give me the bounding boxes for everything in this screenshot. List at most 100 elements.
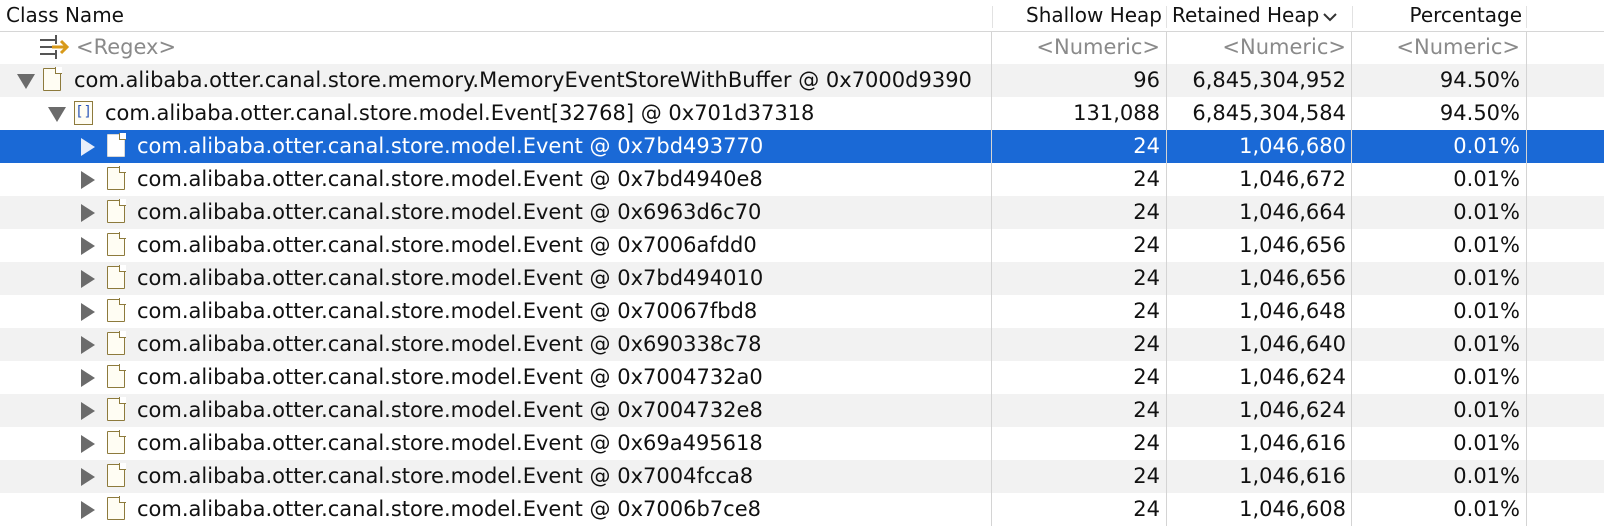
retained-heap-cell: 1,046,616 — [1239, 464, 1346, 488]
shallow-heap-cell: 24 — [1133, 200, 1160, 224]
file-icon — [107, 364, 126, 388]
percentage-filter-input[interactable]: <Numeric> — [1356, 31, 1520, 64]
class-name-cell: com.alibaba.otter.canal.store.memory.Mem… — [74, 68, 972, 92]
table-row[interactable]: com.alibaba.otter.canal.store.model.Even… — [0, 361, 1604, 394]
class-name-cell: com.alibaba.otter.canal.store.model.Even… — [137, 365, 763, 389]
percentage-cell: 0.01% — [1453, 167, 1520, 191]
expand-triangle-icon[interactable] — [81, 468, 95, 486]
percentage-cell: 0.01% — [1453, 266, 1520, 290]
array-icon: [] — [74, 101, 93, 125]
column-header-class-name[interactable]: Class Name — [6, 0, 124, 31]
file-icon — [107, 463, 126, 487]
table-row[interactable]: com.alibaba.otter.canal.store.model.Even… — [0, 493, 1604, 526]
shallow-heap-cell: 24 — [1133, 266, 1160, 290]
column-header-shallow-heap[interactable]: Shallow Heap — [996, 0, 1162, 31]
table-row[interactable]: com.alibaba.otter.canal.store.model.Even… — [0, 262, 1604, 295]
table-row[interactable]: com.alibaba.otter.canal.store.model.Even… — [0, 196, 1604, 229]
regex-filter-icon — [40, 35, 70, 59]
column-header-retained-heap-label: Retained Heap — [1172, 3, 1320, 27]
expand-triangle-icon[interactable] — [81, 237, 95, 255]
expand-triangle-icon[interactable] — [81, 204, 95, 222]
file-icon — [107, 430, 126, 454]
grid-line — [1351, 32, 1352, 526]
percentage-cell: 0.01% — [1453, 497, 1520, 521]
percentage-cell: 0.01% — [1453, 398, 1520, 422]
class-name-cell: com.alibaba.otter.canal.store.model.Even… — [137, 233, 757, 257]
collapse-triangle-icon[interactable] — [48, 107, 66, 122]
shallow-heap-filter-input[interactable]: <Numeric> — [996, 31, 1160, 64]
percentage-cell: 0.01% — [1453, 200, 1520, 224]
percentage-cell: 0.01% — [1453, 332, 1520, 356]
percentage-cell: 94.50% — [1439, 68, 1520, 92]
retained-heap-cell: 1,046,680 — [1239, 134, 1346, 158]
column-divider[interactable] — [1352, 6, 1353, 28]
filter-row: <Regex> <Numeric> <Numeric> <Numeric> — [0, 31, 1604, 64]
retained-heap-cell: 6,845,304,952 — [1192, 68, 1346, 92]
shallow-heap-cell: 24 — [1133, 332, 1160, 356]
table-row[interactable]: [] com.alibaba.otter.canal.store.model.Ev… — [0, 97, 1604, 130]
table-row[interactable]: com.alibaba.otter.canal.store.model.Even… — [0, 460, 1604, 493]
percentage-cell: 0.01% — [1453, 299, 1520, 323]
shallow-heap-cell: 24 — [1133, 431, 1160, 455]
shallow-heap-cell: 24 — [1133, 233, 1160, 257]
column-divider[interactable] — [992, 6, 993, 28]
file-icon — [107, 397, 126, 421]
file-icon — [107, 166, 126, 190]
expand-triangle-icon[interactable] — [81, 171, 95, 189]
retained-heap-filter-input[interactable]: <Numeric> — [1170, 31, 1346, 64]
percentage-cell: 0.01% — [1453, 464, 1520, 488]
class-name-cell: com.alibaba.otter.canal.store.model.Even… — [137, 134, 764, 158]
table-row[interactable]: com.alibaba.otter.canal.store.model.Even… — [0, 229, 1604, 262]
expand-triangle-icon[interactable] — [81, 435, 95, 453]
class-name-filter-input[interactable]: <Regex> — [76, 31, 176, 64]
retained-heap-cell: 1,046,656 — [1239, 233, 1346, 257]
retained-heap-cell: 1,046,672 — [1239, 167, 1346, 191]
expand-triangle-icon[interactable] — [81, 402, 95, 420]
column-header-retained-heap[interactable]: Retained Heap — [1172, 0, 1338, 31]
retained-heap-cell: 1,046,648 — [1239, 299, 1346, 323]
retained-heap-cell: 1,046,656 — [1239, 266, 1346, 290]
table-row[interactable]: com.alibaba.otter.canal.store.model.Even… — [0, 163, 1604, 196]
shallow-heap-cell: 96 — [1133, 68, 1160, 92]
grid-line — [1166, 32, 1167, 526]
retained-heap-cell: 1,046,640 — [1239, 332, 1346, 356]
class-name-cell: com.alibaba.otter.canal.store.model.Even… — [137, 167, 763, 191]
column-header-percentage[interactable]: Percentage — [1360, 0, 1522, 31]
table-row[interactable]: com.alibaba.otter.canal.store.model.Even… — [0, 328, 1604, 361]
shallow-heap-cell: 24 — [1133, 365, 1160, 389]
file-icon — [107, 298, 126, 322]
file-icon — [107, 265, 126, 289]
file-icon — [107, 331, 126, 355]
shallow-heap-cell: 24 — [1133, 167, 1160, 191]
column-divider[interactable] — [1166, 6, 1167, 28]
class-name-cell: com.alibaba.otter.canal.store.model.Even… — [137, 398, 763, 422]
percentage-cell: 94.50% — [1439, 101, 1520, 125]
expand-triangle-icon[interactable] — [81, 303, 95, 321]
retained-heap-cell: 1,046,624 — [1239, 365, 1346, 389]
expand-triangle-icon[interactable] — [81, 369, 95, 387]
retained-heap-cell: 6,845,304,584 — [1192, 101, 1346, 125]
collapse-triangle-icon[interactable] — [17, 74, 35, 89]
expand-triangle-icon[interactable] — [81, 336, 95, 354]
expand-triangle-icon[interactable] — [81, 270, 95, 288]
class-name-cell: com.alibaba.otter.canal.store.model.Even… — [137, 299, 758, 323]
file-icon — [43, 67, 62, 91]
table-row[interactable]: com.alibaba.otter.canal.store.memory.Mem… — [0, 64, 1604, 97]
retained-heap-cell: 1,046,624 — [1239, 398, 1346, 422]
file-icon — [107, 232, 126, 256]
shallow-heap-cell: 131,088 — [1073, 101, 1160, 125]
class-name-cell: com.alibaba.otter.canal.store.model.Even… — [137, 266, 764, 290]
table-row[interactable]: com.alibaba.otter.canal.store.model.Even… — [0, 295, 1604, 328]
expand-triangle-icon[interactable] — [81, 138, 95, 156]
class-name-cell: com.alibaba.otter.canal.store.model.Even… — [105, 101, 815, 125]
retained-heap-cell: 1,046,608 — [1239, 497, 1346, 521]
table-row[interactable]: com.alibaba.otter.canal.store.model.Even… — [0, 394, 1604, 427]
table-row[interactable]: com.alibaba.otter.canal.store.model.Even… — [0, 427, 1604, 460]
heap-histogram-table: Class Name Shallow Heap Retained Heap Pe… — [0, 0, 1604, 526]
table-row[interactable]: com.alibaba.otter.canal.store.model.Even… — [0, 130, 1604, 163]
class-name-cell: com.alibaba.otter.canal.store.model.Even… — [137, 464, 754, 488]
column-divider[interactable] — [1526, 6, 1527, 28]
expand-triangle-icon[interactable] — [81, 501, 95, 519]
shallow-heap-cell: 24 — [1133, 299, 1160, 323]
shallow-heap-cell: 24 — [1133, 464, 1160, 488]
